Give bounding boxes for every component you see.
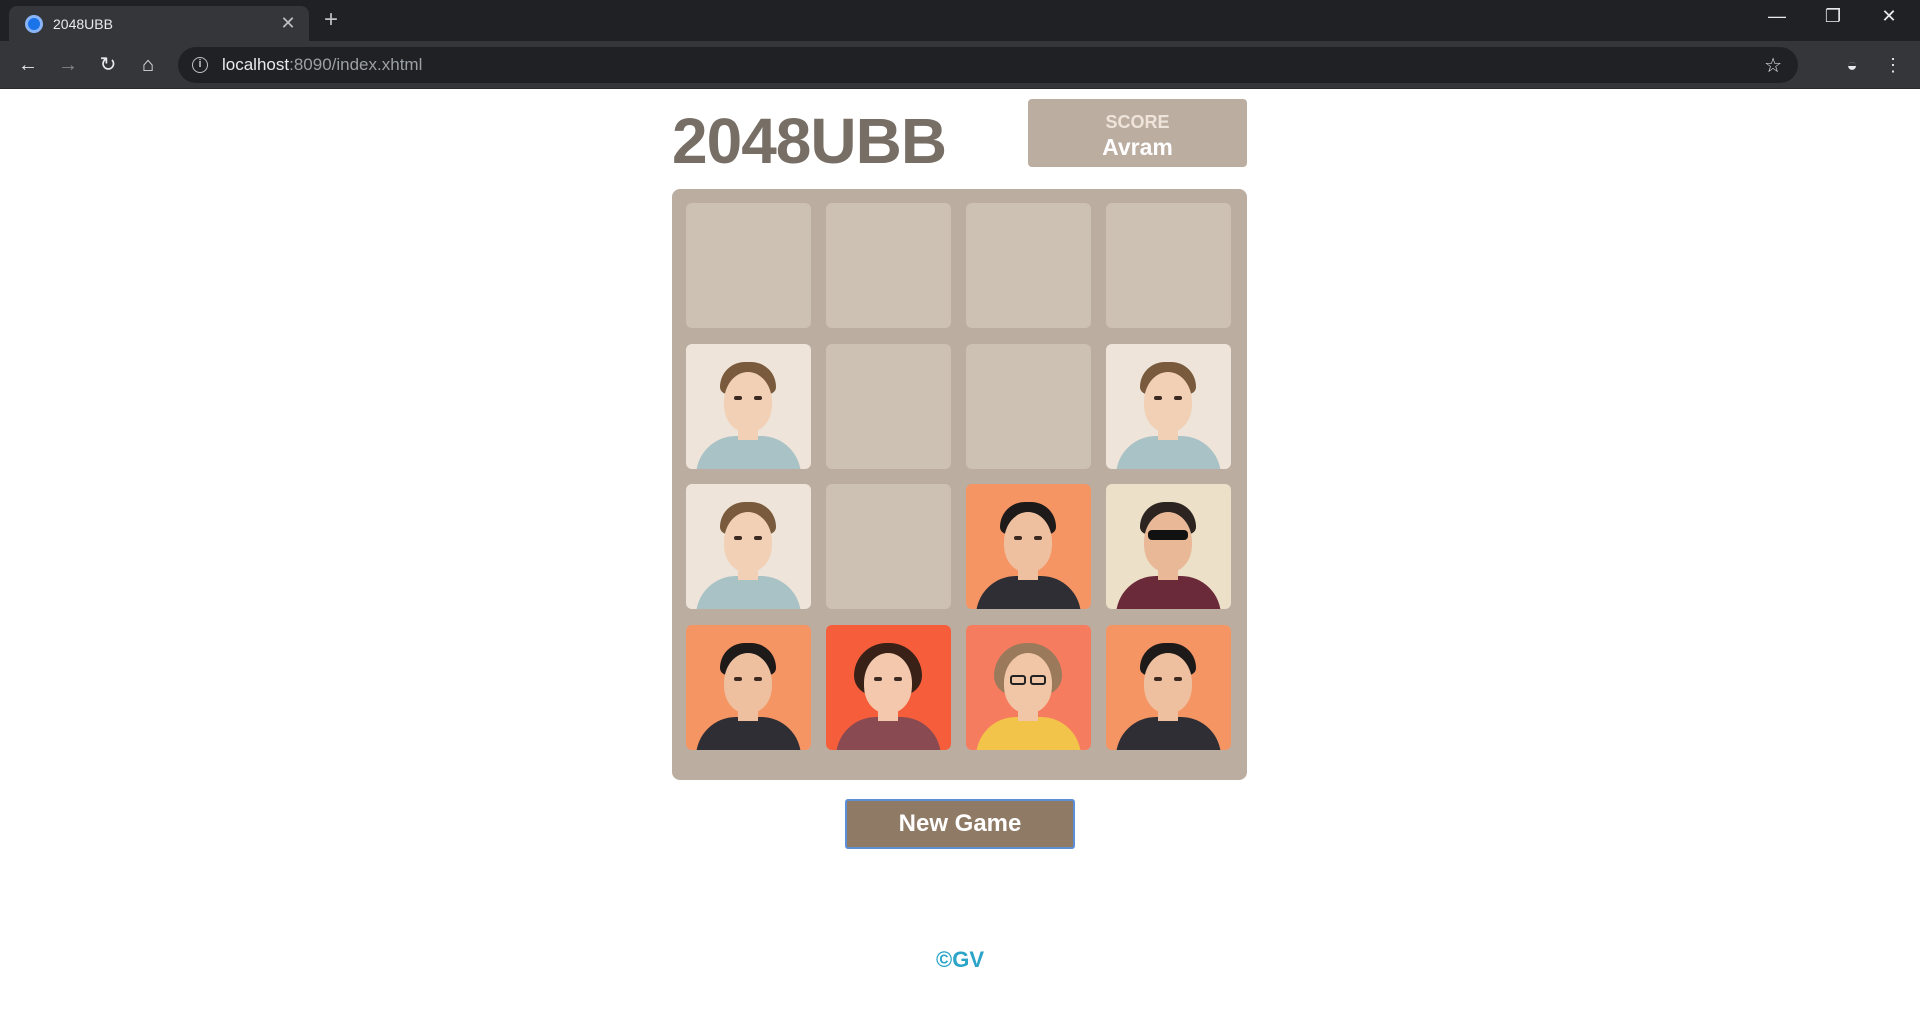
portrait-body [696,576,801,609]
portrait-eye [754,676,762,681]
restore-icon[interactable]: ❐ [1810,6,1856,27]
portrait-face [1144,371,1192,432]
browser-tabbar: 2048UBB ✕ + — ❐ ✕ [0,0,1920,41]
window-close-icon[interactable]: ✕ [1866,6,1912,27]
url-path: :8090/index.xhtml [289,55,423,74]
portrait-eye [1174,676,1182,681]
portrait-eye [874,676,882,681]
portrait-face [1144,512,1192,572]
portrait-eye [1174,395,1182,400]
url-host: localhost [222,55,290,74]
portrait-face [724,512,772,572]
bookmark-star-icon[interactable]: ☆ [1764,53,1782,78]
portrait-eye [734,536,742,540]
portrait-face [1144,652,1192,713]
portrait-eye [734,676,742,681]
tile-dark-hair-man [966,484,1091,609]
reload-icon[interactable]: ↻ [94,51,122,79]
empty-cell [826,484,951,609]
browser-toolbar: ← → ↻ ⌂ i localhost:8090/index.xhtml ☆ ◒… [0,41,1920,89]
portrait-eye [1154,676,1162,681]
portrait-face [724,652,772,713]
tile-curly-hair-woman [966,624,1091,750]
portrait-eye [1154,395,1162,400]
game-title: 2048UBB [672,105,947,177]
browser-tab[interactable]: 2048UBB ✕ [9,6,309,41]
tab-title: 2048UBB [53,15,113,32]
portrait-eye [754,395,762,400]
portrait-body [1116,716,1221,750]
empty-cell [966,203,1091,328]
eyeglasses-lens [1010,674,1026,685]
portrait-eye [1034,536,1042,540]
incognito-profile-icon[interactable]: ◒ [1838,51,1866,79]
score-label: SCORE [1105,112,1170,132]
portrait-face [864,652,912,713]
portrait-body [836,716,941,750]
game-board[interactable] [672,189,1247,780]
back-icon[interactable]: ← [14,51,42,79]
tile-blonde-man [1106,343,1231,469]
new-tab-icon[interactable]: + [324,8,338,32]
portrait-eye [734,395,742,400]
tile-dark-hair-man [1106,624,1231,750]
portrait-body [696,716,801,750]
forward-icon[interactable]: → [54,51,82,79]
minimize-icon[interactable]: — [1754,6,1800,27]
portrait-face [1004,512,1052,572]
tile-sunglasses-man [1106,484,1231,609]
home-icon[interactable]: ⌂ [134,51,162,79]
portrait-body [1116,576,1221,609]
page-content: 2048UBB SCORE Avram New Game ©GV [0,89,1920,1030]
portrait-eye [1014,536,1022,540]
close-tab-icon[interactable]: ✕ [279,13,297,34]
footer-copyright: ©GV [936,947,984,972]
score-box: SCORE Avram [1028,99,1247,167]
score-value: Avram [1102,134,1173,160]
address-bar[interactable]: i localhost:8090/index.xhtml ☆ [178,47,1798,83]
portrait-body [696,435,801,469]
portrait-face [724,371,772,432]
portrait-eye [754,536,762,540]
globe-icon [25,14,43,33]
empty-cell [826,203,951,328]
tile-blonde-man [686,343,811,469]
info-icon[interactable]: i [192,57,208,73]
tile-blonde-man [686,484,811,609]
empty-cell [1106,203,1231,328]
tile-brunette-woman [826,624,951,750]
portrait-eye [894,676,902,681]
sunglasses [1148,530,1188,540]
new-game-button[interactable]: New Game [845,799,1075,849]
empty-cell [686,203,811,328]
menu-kebab-icon[interactable]: ⋮ [1879,51,1907,79]
portrait-body [976,576,1081,609]
empty-cell [966,343,1091,469]
tile-dark-hair-man [686,624,811,750]
portrait-body [1116,435,1221,469]
empty-cell [826,343,951,469]
eyeglasses-lens [1030,674,1046,685]
portrait-body [976,716,1081,750]
